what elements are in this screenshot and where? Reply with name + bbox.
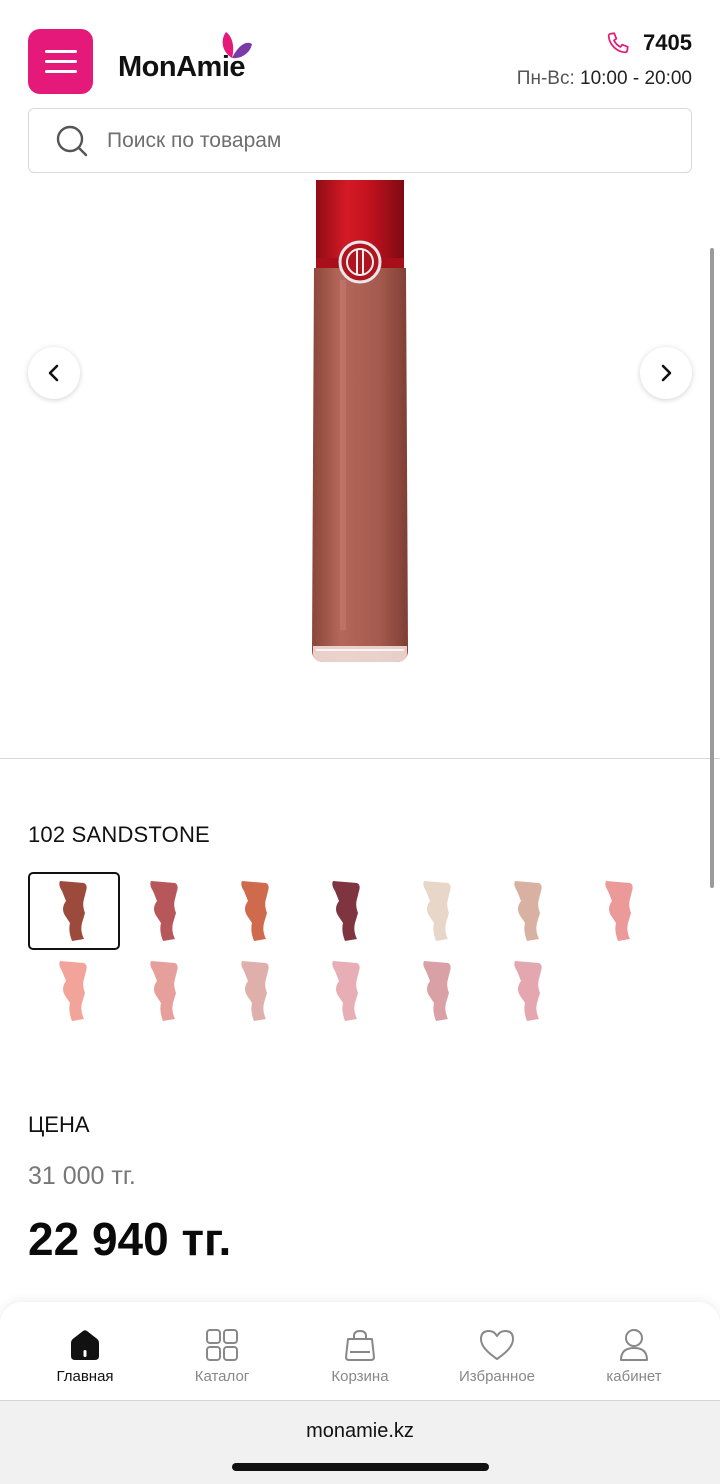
bag-icon <box>345 1329 375 1361</box>
swatch-smear-icon <box>150 961 178 1021</box>
phone-link[interactable]: 7405 <box>605 30 692 56</box>
nav-cart[interactable]: Корзина <box>300 1328 420 1385</box>
swatch-smear-icon <box>59 881 87 941</box>
gallery-prev-button[interactable] <box>28 347 80 399</box>
nav-label: кабинет <box>606 1368 662 1385</box>
shade-swatch[interactable] <box>574 872 666 950</box>
page-scrollbar[interactable] <box>710 248 714 888</box>
working-hours: Пн-Вс: 10:00 - 20:00 <box>517 68 692 90</box>
menu-icon <box>44 50 77 53</box>
home-icon <box>71 1330 99 1360</box>
shade-swatch[interactable] <box>392 872 484 950</box>
nav-catalog[interactable]: Каталог <box>162 1328 282 1385</box>
header: MonAmie 7405 Пн-Вс: 10:00 - 20:00 <box>0 0 720 100</box>
nav-home[interactable]: Главная <box>25 1328 145 1385</box>
old-price: 31 000 тг. <box>28 1162 136 1190</box>
phone-icon <box>607 32 629 54</box>
swatch-smear-icon <box>241 961 269 1021</box>
swatch-smear-icon <box>423 881 451 941</box>
shade-name: 102 SANDSTONE <box>28 822 210 847</box>
product-gallery[interactable] <box>0 180 720 758</box>
hours-value: 10:00 - 20:00 <box>580 68 692 89</box>
swatch-smear-icon <box>59 961 87 1021</box>
swatch-smear-icon <box>605 881 633 941</box>
shade-swatch[interactable] <box>301 872 393 950</box>
swatch-smear-icon <box>423 961 451 1021</box>
logo[interactable]: MonAmie <box>118 28 258 84</box>
shade-swatch[interactable] <box>119 952 211 1030</box>
shade-swatch[interactable] <box>28 952 120 1030</box>
shade-swatch[interactable] <box>210 952 302 1030</box>
shade-swatch[interactable] <box>119 872 211 950</box>
shade-swatch[interactable] <box>483 872 575 950</box>
chevron-right-icon <box>661 364 672 382</box>
hours-label: Пн-Вс: <box>516 68 575 89</box>
shade-swatch[interactable] <box>210 872 302 950</box>
grid-icon <box>206 1329 238 1361</box>
price-label: ЦЕНА <box>28 1112 90 1137</box>
shade-swatch[interactable] <box>483 952 575 1030</box>
nav-label: Главная <box>56 1368 114 1385</box>
swatch-smear-icon <box>332 961 360 1021</box>
search-icon <box>56 125 88 156</box>
nav-label: Корзина <box>331 1368 389 1385</box>
swatch-smear-icon <box>241 881 269 941</box>
shade-swatch[interactable] <box>301 952 393 1030</box>
product-image <box>312 180 408 662</box>
gallery-next-button[interactable] <box>640 347 692 399</box>
browser-bar: monamie.kz <box>0 1400 720 1484</box>
nav-favorites[interactable]: Избранное <box>437 1328 557 1385</box>
menu-button[interactable] <box>28 29 93 94</box>
shade-swatch[interactable] <box>28 872 120 950</box>
swatch-smear-icon <box>150 881 178 941</box>
nav-label: Избранное <box>458 1368 536 1385</box>
chevron-left-icon <box>48 364 59 382</box>
shade-swatch[interactable] <box>392 952 484 1030</box>
nav-label: Каталог <box>194 1368 250 1385</box>
search-placeholder: Поиск по товарам <box>107 128 282 152</box>
bottom-navigation: Главная Каталог Корзина Избранное кабине… <box>0 1302 720 1400</box>
url-bar[interactable]: monamie.kz <box>0 1420 720 1443</box>
search-input[interactable]: Поиск по товарам <box>28 108 692 173</box>
nav-account[interactable]: кабинет <box>574 1328 694 1385</box>
heart-icon <box>480 1330 514 1360</box>
swatch-smear-icon <box>332 881 360 941</box>
swatch-smear-icon <box>514 881 542 941</box>
swatch-smear-icon <box>514 961 542 1021</box>
user-icon <box>620 1329 648 1361</box>
current-price: 22 940 тг. <box>28 1213 232 1265</box>
home-indicator <box>232 1463 489 1471</box>
phone-number: 7405 <box>643 30 692 55</box>
divider <box>0 758 720 759</box>
butterfly-logo-icon <box>222 32 252 59</box>
